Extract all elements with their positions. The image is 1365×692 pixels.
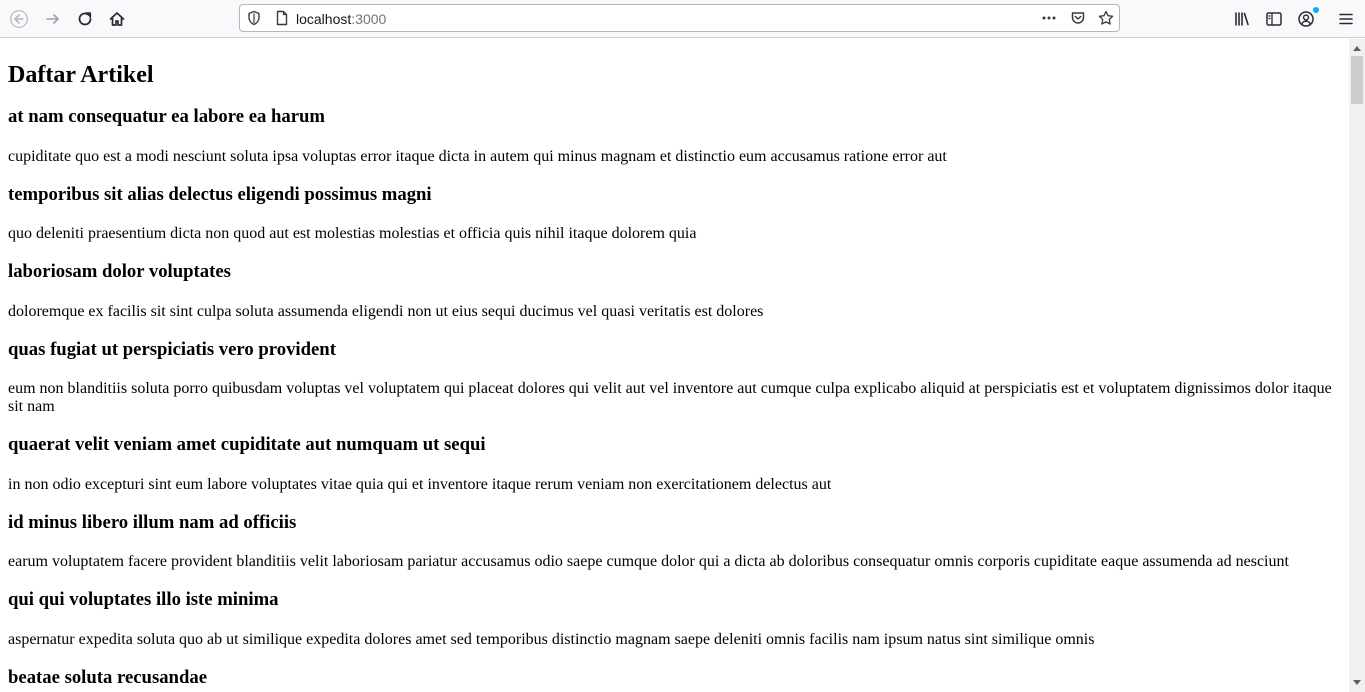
home-icon (109, 12, 125, 26)
tracking-protection-shield-icon[interactable] (246, 10, 262, 26)
article-item: temporibus sit alias delectus eligendi p… (8, 184, 1342, 242)
account-notification-dot (1313, 7, 1319, 13)
article-item: at nam consequatur ea labore ea harum cu… (8, 106, 1342, 165)
article-title: quaerat velit veniam amet cupiditate aut… (8, 434, 486, 455)
hamburger-menu-icon (1339, 13, 1353, 25)
vertical-scrollbar[interactable] (1349, 39, 1365, 692)
article-title: quas fugiat ut perspiciatis vero provide… (8, 339, 336, 360)
article-item: id minus libero illum nam ad officiis ea… (8, 512, 1342, 570)
home-button[interactable] (102, 4, 132, 34)
reload-icon (78, 12, 92, 26)
library-button[interactable] (1227, 4, 1257, 34)
url-text[interactable]: localhost:3000 (296, 11, 386, 27)
back-button[interactable] (4, 4, 34, 34)
sidebar-icon (1266, 12, 1282, 26)
article-body: cupiditate quo est a modi nesciunt solut… (8, 148, 947, 165)
account-icon (1298, 11, 1314, 27)
scroll-down-arrow[interactable] (1349, 675, 1365, 691)
article-body: doloremque ex facilis sit sint culpa sol… (8, 303, 764, 320)
chevron-up-icon (1353, 46, 1361, 51)
article-item: quaerat velit veniam amet cupiditate aut… (8, 434, 1342, 493)
article-title: laboriosam dolor voluptates (8, 261, 231, 282)
url-host: localhost (296, 11, 352, 27)
article-title: id minus libero illum nam ad officiis (8, 512, 297, 533)
page-title: Daftar Artikel (8, 62, 154, 88)
article-title: beatae soluta recusandae (8, 667, 207, 688)
article-title: qui qui voluptates illo iste minima (8, 589, 279, 610)
arrow-right-icon (46, 14, 59, 24)
arrow-left-icon (10, 10, 28, 28)
browser-toolbar: localhost:3000 (0, 0, 1365, 38)
app-menu-button[interactable] (1331, 4, 1361, 34)
forward-button[interactable] (38, 4, 68, 34)
article-body: earum voluptatem facere provident blandi… (8, 553, 1289, 570)
address-bar[interactable]: localhost:3000 (239, 4, 1120, 32)
more-actions-icon[interactable] (1041, 10, 1057, 26)
account-button[interactable] (1291, 4, 1321, 34)
article-body: quo deleniti praesentium dicta non quod … (8, 225, 697, 242)
scroll-up-arrow[interactable] (1349, 40, 1365, 56)
article-item: quas fugiat ut perspiciatis vero provide… (8, 339, 1342, 415)
article-item: qui qui voluptates illo iste minima aspe… (8, 589, 1342, 648)
article-body: eum non blanditiis soluta porro quibusda… (8, 380, 1332, 415)
article-title: at nam consequatur ea labore ea harum (8, 106, 325, 127)
page-viewport: Daftar Artikel at nam consequatur ea lab… (0, 39, 1349, 692)
scrollbar-thumb[interactable] (1351, 56, 1363, 104)
sidebar-button[interactable] (1259, 4, 1289, 34)
chevron-down-icon (1353, 680, 1361, 685)
article-item: laboriosam dolor voluptates doloremque e… (8, 261, 1342, 320)
page-info-icon[interactable] (274, 10, 290, 26)
article-item: beatae soluta recusandae (8, 667, 1342, 689)
pocket-icon[interactable] (1070, 10, 1086, 26)
reload-button[interactable] (70, 4, 100, 34)
article-body: aspernatur expedita soluta quo ab ut sim… (8, 631, 1095, 648)
article-title: temporibus sit alias delectus eligendi p… (8, 184, 432, 205)
article-body: in non odio excepturi sint eum labore vo… (8, 476, 832, 493)
library-icon (1235, 12, 1249, 26)
star-icon[interactable] (1098, 10, 1114, 26)
url-port: :3000 (351, 11, 387, 27)
